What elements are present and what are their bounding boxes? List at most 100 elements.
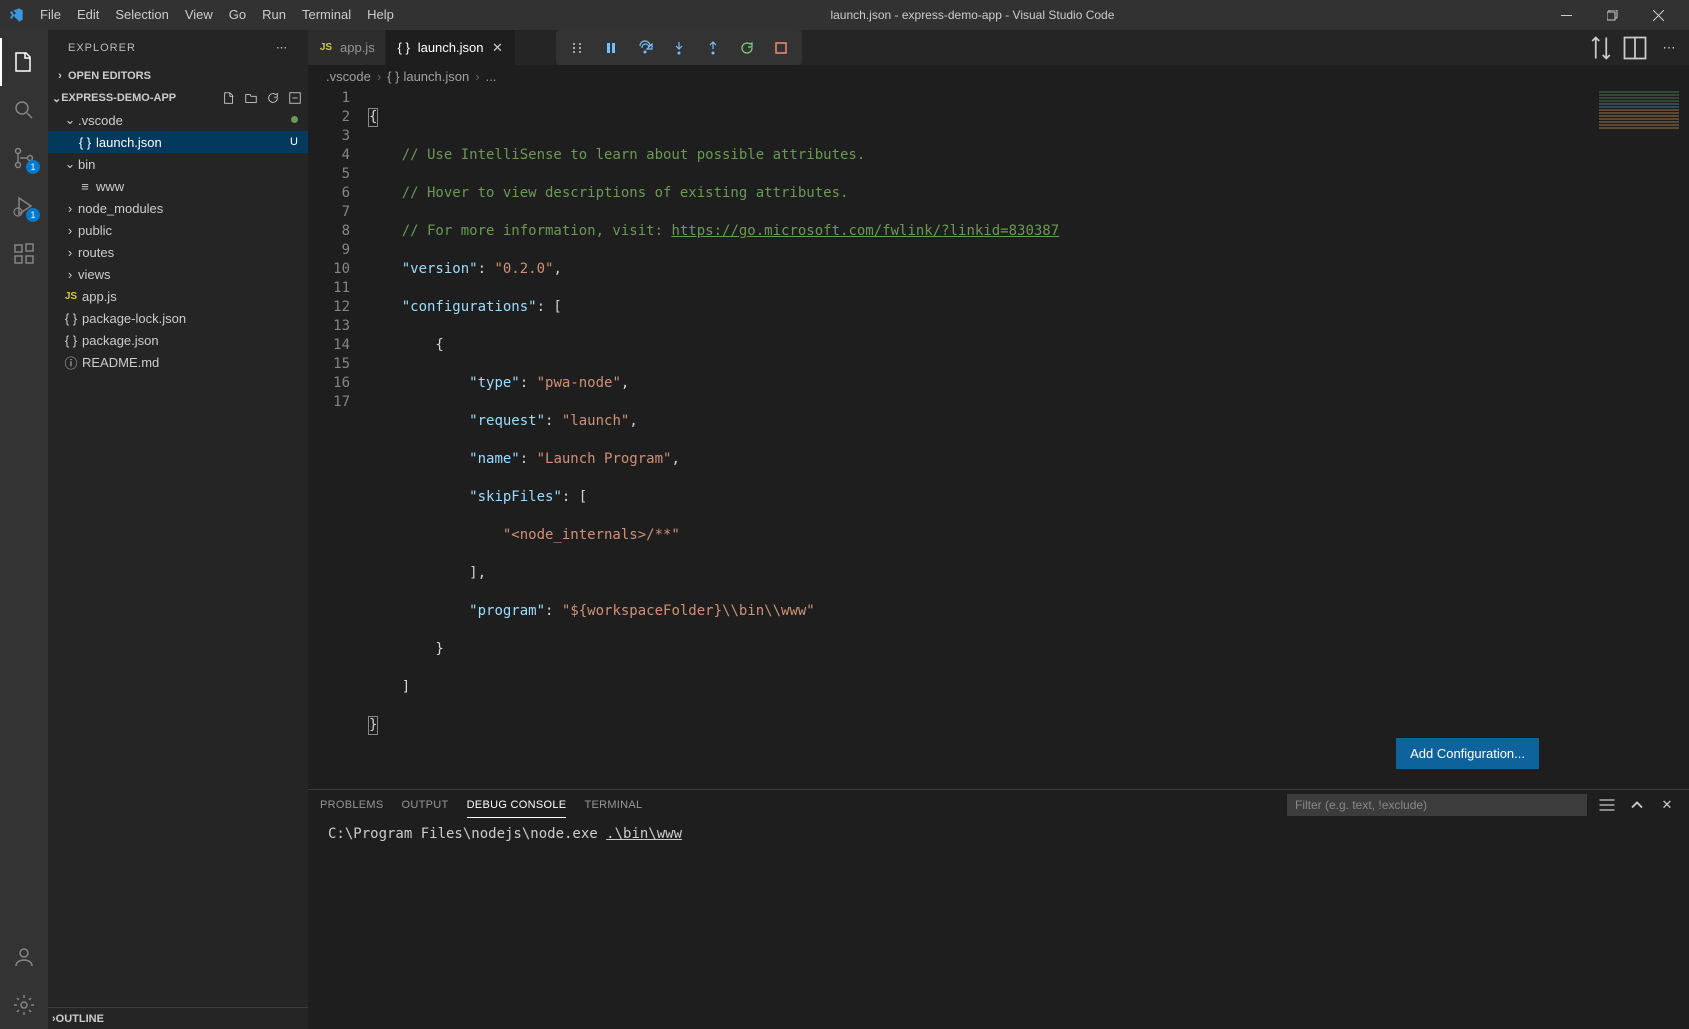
activity-debug[interactable]: 1 — [0, 182, 48, 230]
step-out-button[interactable] — [698, 33, 728, 63]
activity-search[interactable] — [0, 86, 48, 134]
step-over-button[interactable] — [630, 33, 660, 63]
activity-account[interactable] — [0, 933, 48, 981]
code-content[interactable]: { // Use IntelliSense to learn about pos… — [368, 87, 1689, 789]
activity-scm[interactable]: 1 — [0, 134, 48, 182]
bottom-panel: PROBLEMS OUTPUT DEBUG CONSOLE TERMINAL ✕… — [308, 789, 1689, 1029]
compare-changes-icon[interactable] — [1587, 34, 1615, 62]
folder-bin[interactable]: ⌄ bin — [48, 153, 308, 175]
activity-settings[interactable] — [0, 981, 48, 1029]
file-label: README.md — [82, 355, 159, 370]
tabs-row: JS app.js { } launch.json ✕ ⋯ — [308, 30, 1689, 65]
menu-file[interactable]: File — [32, 0, 69, 30]
debug-console-output[interactable]: C:\Program Files\nodejs\node.exe .\bin\w… — [308, 820, 1689, 1029]
chevron-right-icon: › — [62, 245, 78, 260]
step-into-button[interactable] — [664, 33, 694, 63]
folder-node-modules[interactable]: › node_modules — [48, 197, 308, 219]
panel-tab-problems[interactable]: PROBLEMS — [320, 793, 384, 817]
folder-label: views — [78, 267, 111, 282]
panel-tab-debug-console[interactable]: DEBUG CONSOLE — [467, 793, 567, 818]
panel-tabs: PROBLEMS OUTPUT DEBUG CONSOLE TERMINAL ✕ — [308, 790, 1689, 820]
info-file-icon: ⓘ — [62, 353, 80, 372]
new-folder-icon[interactable] — [244, 91, 258, 105]
sidebar-more-icon[interactable]: ⋯ — [276, 41, 288, 54]
json-file-icon: { } — [62, 311, 80, 326]
outline-label: OUTLINE — [56, 1013, 104, 1025]
close-icon[interactable]: ✕ — [489, 40, 505, 56]
breadcrumb-file[interactable]: { } launch.json — [387, 69, 469, 84]
folder-views[interactable]: › views — [48, 263, 308, 285]
debug-toolbar[interactable] — [556, 30, 802, 65]
folder-routes[interactable]: › routes — [48, 241, 308, 263]
debug-badge: 1 — [26, 208, 40, 222]
add-configuration-button[interactable]: Add Configuration... — [1396, 738, 1539, 769]
file-www[interactable]: ≡ www — [48, 175, 308, 197]
js-file-icon: JS — [62, 291, 80, 302]
chevron-down-icon: ⌄ — [62, 112, 78, 128]
maximize-button[interactable] — [1589, 0, 1635, 30]
close-button[interactable] — [1635, 0, 1681, 30]
file-label: package.json — [82, 333, 159, 348]
json-file-icon: { } — [387, 69, 399, 84]
file-label: launch.json — [96, 135, 162, 150]
menu-selection[interactable]: Selection — [107, 0, 176, 30]
split-editor-icon[interactable] — [1621, 34, 1649, 62]
stop-button[interactable] — [766, 33, 796, 63]
window-controls — [1543, 0, 1681, 30]
sidebar-title: EXPLORER ⋯ — [48, 30, 308, 65]
file-readme[interactable]: ⓘ README.md — [48, 351, 308, 373]
modified-dot-icon — [291, 116, 298, 123]
editor-body[interactable]: 1234567891011121314151617 { // Use Intel… — [308, 87, 1689, 789]
activity-extensions[interactable] — [0, 230, 48, 278]
menu-go[interactable]: Go — [221, 0, 254, 30]
folder-public[interactable]: › public — [48, 219, 308, 241]
scm-badge: 1 — [26, 160, 40, 174]
pause-button[interactable] — [596, 33, 626, 63]
vscode-logo-icon — [8, 7, 24, 23]
window-title: launch.json - express-demo-app - Visual … — [402, 8, 1543, 22]
panel-tab-output[interactable]: OUTPUT — [402, 793, 449, 817]
console-line-path: C:\Program Files\nodejs\node.exe — [328, 826, 606, 842]
menu-run[interactable]: Run — [254, 0, 294, 30]
file-package-json[interactable]: { } package.json — [48, 329, 308, 351]
panel-close-icon[interactable]: ✕ — [1657, 795, 1677, 815]
menu-view[interactable]: View — [177, 0, 221, 30]
menu-edit[interactable]: Edit — [69, 0, 107, 30]
minimap[interactable] — [1589, 87, 1689, 789]
menu-help[interactable]: Help — [359, 0, 402, 30]
open-editors-section[interactable]: › OPEN EDITORS — [48, 65, 308, 87]
file-package-lock[interactable]: { } package-lock.json — [48, 307, 308, 329]
chevron-right-icon: › — [377, 69, 381, 84]
breadcrumb-folder[interactable]: .vscode — [326, 69, 371, 84]
refresh-icon[interactable] — [266, 91, 280, 105]
panel-tab-terminal[interactable]: TERMINAL — [584, 793, 642, 817]
tab-launch-json[interactable]: { } launch.json ✕ — [386, 30, 517, 65]
file-app-js[interactable]: JS app.js — [48, 285, 308, 307]
activity-explorer[interactable] — [0, 38, 48, 86]
clear-console-icon[interactable] — [1597, 795, 1617, 815]
collapse-icon[interactable] — [288, 91, 302, 105]
folder-label: public — [78, 223, 112, 238]
menu-bar: File Edit Selection View Go Run Terminal… — [32, 0, 402, 30]
sidebar-title-label: EXPLORER — [68, 42, 136, 54]
chevron-down-icon: ⌄ — [52, 92, 61, 105]
chevron-right-icon: › — [52, 70, 68, 82]
folder-vscode[interactable]: ⌄ .vscode — [48, 109, 308, 131]
breadcrumb-symbol[interactable]: ... — [486, 69, 497, 84]
drag-handle-icon[interactable] — [562, 33, 592, 63]
js-file-icon: JS — [318, 40, 334, 56]
project-header[interactable]: ⌄ EXPRESS-DEMO-APP — [48, 87, 308, 109]
new-file-icon[interactable] — [222, 91, 236, 105]
outline-section[interactable]: › OUTLINE — [48, 1007, 308, 1029]
minimize-button[interactable] — [1543, 0, 1589, 30]
filter-input[interactable] — [1287, 794, 1587, 816]
more-actions-icon[interactable]: ⋯ — [1655, 34, 1683, 62]
chevron-right-icon: › — [62, 223, 78, 238]
tab-app-js[interactable]: JS app.js — [308, 30, 386, 65]
panel-maximize-icon[interactable] — [1627, 795, 1647, 815]
file-launch-json[interactable]: { } launch.json U — [48, 131, 308, 153]
restart-button[interactable] — [732, 33, 762, 63]
breadcrumbs[interactable]: .vscode › { }launch.json › ... — [308, 65, 1689, 87]
menu-terminal[interactable]: Terminal — [294, 0, 359, 30]
breadcrumb-label: launch.json — [403, 69, 469, 84]
